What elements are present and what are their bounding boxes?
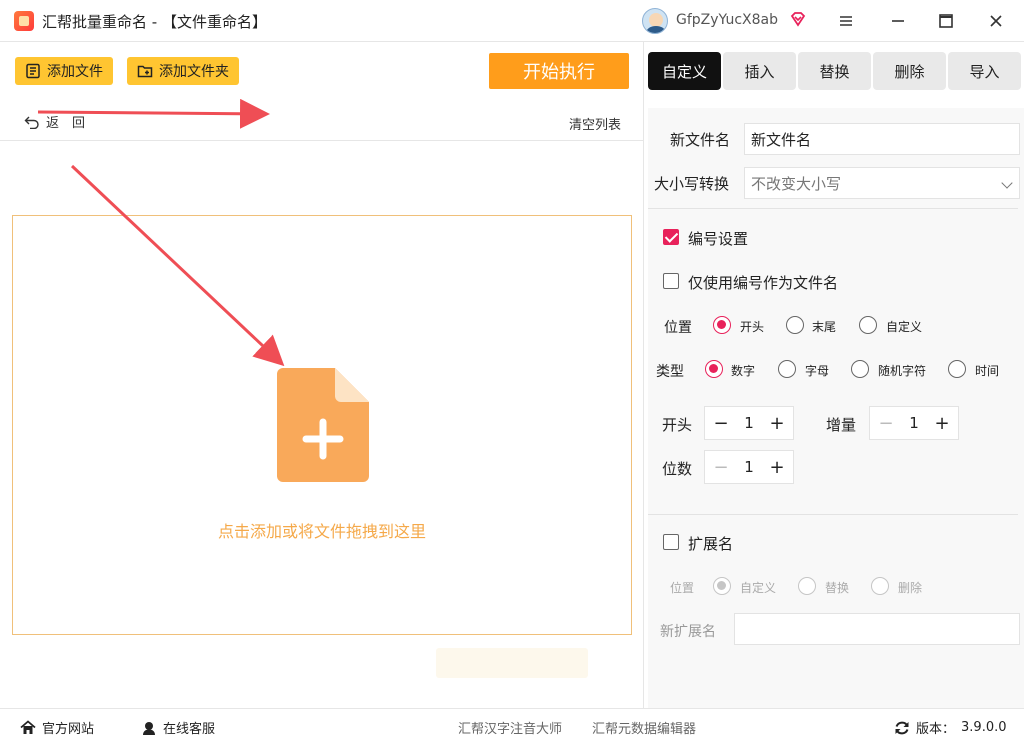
only-number-checkbox[interactable] — [663, 273, 679, 289]
increment-value: 1 — [909, 414, 919, 432]
website-label: 官方网站 — [42, 722, 95, 737]
menu-icon[interactable] — [832, 8, 860, 34]
hidden-button — [436, 648, 588, 678]
digits-value: 1 — [744, 458, 754, 476]
window-title: 汇帮批量重命名 - 【文件重命名】 — [42, 13, 267, 31]
add-file-button[interactable]: 添加文件 — [15, 57, 113, 85]
extension-checkbox[interactable] — [663, 534, 679, 550]
plus-icon[interactable]: + — [769, 457, 785, 478]
position-label: 位置 — [664, 320, 692, 336]
file-drop-zone[interactable]: 点击添加或将文件拖拽到这里 — [12, 215, 632, 635]
undo-arrow-icon — [24, 116, 39, 129]
tab-insert[interactable]: 插入 — [723, 52, 796, 90]
ext-option-delete: 删除 — [898, 581, 923, 595]
headset-icon — [143, 721, 155, 735]
new-ext-label: 新扩展名 — [660, 624, 716, 640]
ext-position-label: 位置 — [670, 581, 695, 595]
type-option-random: 随机字符 — [878, 364, 927, 378]
type-option-time: 时间 — [975, 364, 1000, 378]
ext-radio-delete[interactable] — [871, 577, 889, 595]
support-label: 在线客服 — [163, 722, 216, 737]
section-divider — [648, 208, 1018, 209]
position-radio-custom[interactable] — [859, 316, 877, 334]
type-radio-time[interactable] — [948, 360, 966, 378]
app-logo-icon — [14, 11, 34, 31]
plus-icon[interactable]: + — [769, 413, 785, 434]
type-label: 类型 — [656, 364, 684, 380]
tab-custom[interactable]: 自定义 — [648, 52, 721, 90]
footer: 官方网站 在线客服 汇帮汉字注音大师 汇帮元数据编辑器 版本： 3.9.0.0 — [0, 708, 1024, 742]
tab-import[interactable]: 导入 — [948, 52, 1021, 90]
case-select[interactable]: 不改变大小写 — [744, 167, 1020, 199]
close-icon[interactable] — [982, 8, 1010, 34]
position-radio-end[interactable] — [786, 316, 804, 334]
file-list-icon — [26, 63, 40, 79]
back-button[interactable]: 返 回 — [24, 112, 85, 131]
new-ext-input[interactable] — [734, 613, 1020, 645]
new-name-label: 新文件名 — [670, 131, 731, 149]
back-label: 返 回 — [46, 116, 86, 131]
position-option-custom: 自定义 — [886, 320, 923, 334]
type-radio-number[interactable] — [705, 360, 723, 378]
digits-label: 位数 — [662, 460, 693, 478]
home-icon — [20, 720, 36, 734]
divider — [0, 140, 643, 141]
minus-icon[interactable]: − — [878, 413, 894, 434]
clear-list-button[interactable]: 清空列表 — [569, 114, 621, 133]
ext-option-custom: 自定义 — [740, 581, 777, 595]
add-folder-label: 添加文件夹 — [159, 64, 229, 80]
folder-add-icon — [137, 65, 153, 78]
minimize-icon[interactable] — [884, 8, 912, 34]
version-value: 3.9.0.0 — [961, 720, 1007, 735]
minus-icon[interactable]: − — [713, 413, 729, 434]
plus-icon[interactable]: + — [934, 413, 950, 434]
position-option-start: 开头 — [740, 320, 765, 334]
start-stepper[interactable]: − 1 + — [704, 406, 794, 440]
case-select-value: 不改变大小写 — [751, 174, 842, 193]
user-name[interactable]: GfpZyYucX8ab — [676, 12, 778, 28]
type-option-number: 数字 — [731, 364, 756, 378]
ext-radio-custom[interactable] — [713, 577, 731, 595]
refresh-icon — [895, 721, 909, 734]
ext-option-replace: 替换 — [825, 581, 850, 595]
drop-hint-text: 点击添加或将文件拖拽到这里 — [217, 522, 426, 541]
increment-label: 增量 — [826, 416, 857, 434]
chevron-down-icon — [1001, 177, 1013, 189]
type-radio-letter[interactable] — [778, 360, 796, 378]
minus-icon[interactable]: − — [713, 457, 729, 478]
panel-divider — [643, 42, 644, 708]
only-number-label: 仅使用编号作为文件名 — [688, 274, 839, 292]
position-radio-start[interactable] — [713, 316, 731, 334]
tab-delete[interactable]: 删除 — [873, 52, 946, 90]
digits-stepper[interactable]: − 1 + — [704, 450, 794, 484]
add-file-label: 添加文件 — [47, 64, 103, 80]
type-radio-random[interactable] — [851, 360, 869, 378]
website-link[interactable]: 官方网站 — [20, 718, 94, 737]
version-label: 版本： — [916, 722, 956, 737]
section-divider — [648, 514, 1018, 515]
title-bar: 汇帮批量重命名 - 【文件重命名】 GfpZyYucX8ab — [0, 0, 1024, 42]
new-name-input[interactable]: 新文件名 — [744, 123, 1020, 155]
numbering-checkbox[interactable] — [663, 229, 679, 245]
start-label: 开头 — [662, 416, 693, 434]
add-file-icon — [277, 368, 369, 482]
version-info[interactable]: 版本： 3.9.0.0 — [894, 718, 1007, 737]
case-label: 大小写转换 — [654, 175, 730, 193]
extension-label: 扩展名 — [688, 535, 734, 553]
ext-radio-replace[interactable] — [798, 577, 816, 595]
user-avatar[interactable] — [642, 8, 668, 34]
start-execute-button[interactable]: 开始执行 — [489, 53, 629, 89]
increment-stepper[interactable]: − 1 + — [869, 406, 959, 440]
tab-replace[interactable]: 替换 — [798, 52, 871, 90]
link-pinyin-master[interactable]: 汇帮汉字注音大师 — [458, 718, 562, 737]
add-folder-button[interactable]: 添加文件夹 — [127, 57, 239, 85]
start-value: 1 — [744, 414, 754, 432]
link-metadata-editor[interactable]: 汇帮元数据编辑器 — [592, 718, 696, 737]
vip-diamond-icon[interactable] — [790, 11, 806, 27]
support-link[interactable]: 在线客服 — [141, 718, 215, 737]
type-option-letter: 字母 — [805, 364, 830, 378]
maximize-icon[interactable] — [932, 8, 960, 34]
numbering-label: 编号设置 — [688, 230, 749, 248]
position-option-end: 末尾 — [812, 320, 837, 334]
